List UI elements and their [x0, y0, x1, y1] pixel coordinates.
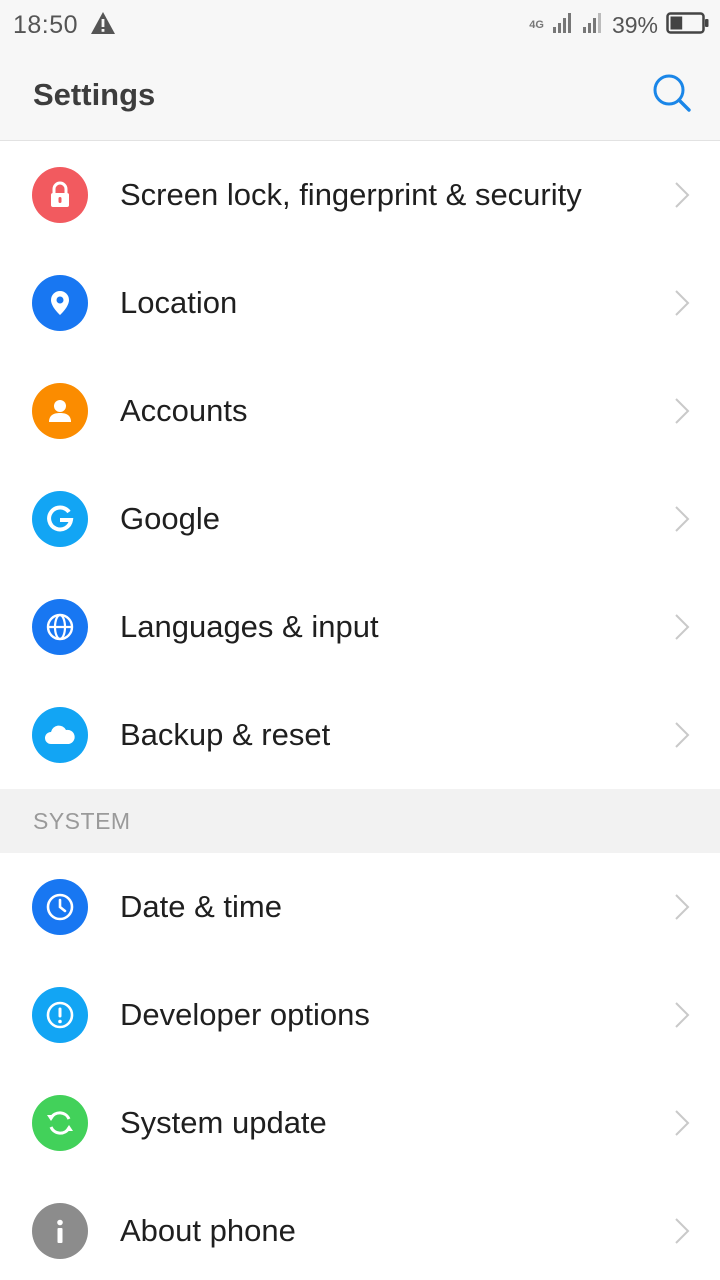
- settings-item-about-phone[interactable]: About phone: [0, 1177, 720, 1280]
- refresh-icon: [32, 1095, 88, 1151]
- settings-item-label: Backup & reset: [120, 717, 331, 752]
- location-pin-icon: [32, 275, 88, 331]
- page-title: Settings: [33, 77, 156, 112]
- section-header-system: SYSTEM: [0, 789, 720, 853]
- exclamation-icon: [32, 987, 88, 1043]
- google-g-icon: [32, 491, 88, 547]
- chevron-right-icon: [674, 1109, 690, 1137]
- cloud-icon: [32, 707, 88, 763]
- network-type: 4G: [529, 19, 544, 31]
- search-icon: [652, 73, 692, 118]
- settings-item-label: Screen lock, fingerprint & security: [120, 177, 582, 212]
- info-icon: [32, 1203, 88, 1259]
- lock-icon: [32, 167, 88, 223]
- chevron-right-icon: [674, 1001, 690, 1029]
- chevron-right-icon: [674, 721, 690, 749]
- settings-item-developer-options[interactable]: Developer options: [0, 961, 720, 1069]
- chevron-right-icon: [674, 505, 690, 533]
- settings-item-date-time[interactable]: Date & time: [0, 853, 720, 961]
- battery-icon: [666, 11, 710, 39]
- settings-item-location[interactable]: Location: [0, 249, 720, 357]
- settings-item-label: Developer options: [120, 997, 370, 1032]
- settings-item-system-update[interactable]: System update: [0, 1069, 720, 1177]
- chevron-right-icon: [674, 893, 690, 921]
- person-icon: [32, 383, 88, 439]
- chevron-right-icon: [674, 613, 690, 641]
- settings-item-label: About phone: [120, 1213, 296, 1248]
- search-button[interactable]: [650, 73, 694, 117]
- status-bar: 18:50 4G 39%: [0, 0, 720, 50]
- settings-item-label: System update: [120, 1105, 327, 1140]
- status-time: 18:50: [13, 10, 79, 39]
- chevron-right-icon: [674, 397, 690, 425]
- settings-item-google[interactable]: Google: [0, 465, 720, 573]
- signal-icon: [552, 12, 574, 39]
- settings-item-languages[interactable]: Languages & input: [0, 573, 720, 681]
- settings-item-backup[interactable]: Backup & reset: [0, 681, 720, 789]
- settings-item-label: Date & time: [120, 889, 282, 924]
- chevron-right-icon: [674, 1217, 690, 1245]
- app-bar: Settings: [0, 50, 720, 141]
- settings-list: Screen lock, fingerprint & security Loca…: [0, 141, 720, 1280]
- battery-percent: 39%: [611, 11, 658, 38]
- globe-icon: [32, 599, 88, 655]
- settings-item-label: Location: [120, 285, 238, 320]
- chevron-right-icon: [674, 181, 690, 209]
- settings-item-label: Google: [120, 501, 220, 536]
- warning-icon: [90, 11, 116, 40]
- chevron-right-icon: [674, 289, 690, 317]
- settings-item-accounts[interactable]: Accounts: [0, 357, 720, 465]
- settings-item-label: Languages & input: [120, 609, 379, 644]
- signal-icon-2: [582, 12, 604, 39]
- clock-icon: [32, 879, 88, 935]
- settings-item-label: Accounts: [120, 393, 248, 428]
- settings-item-security[interactable]: Screen lock, fingerprint & security: [0, 141, 720, 249]
